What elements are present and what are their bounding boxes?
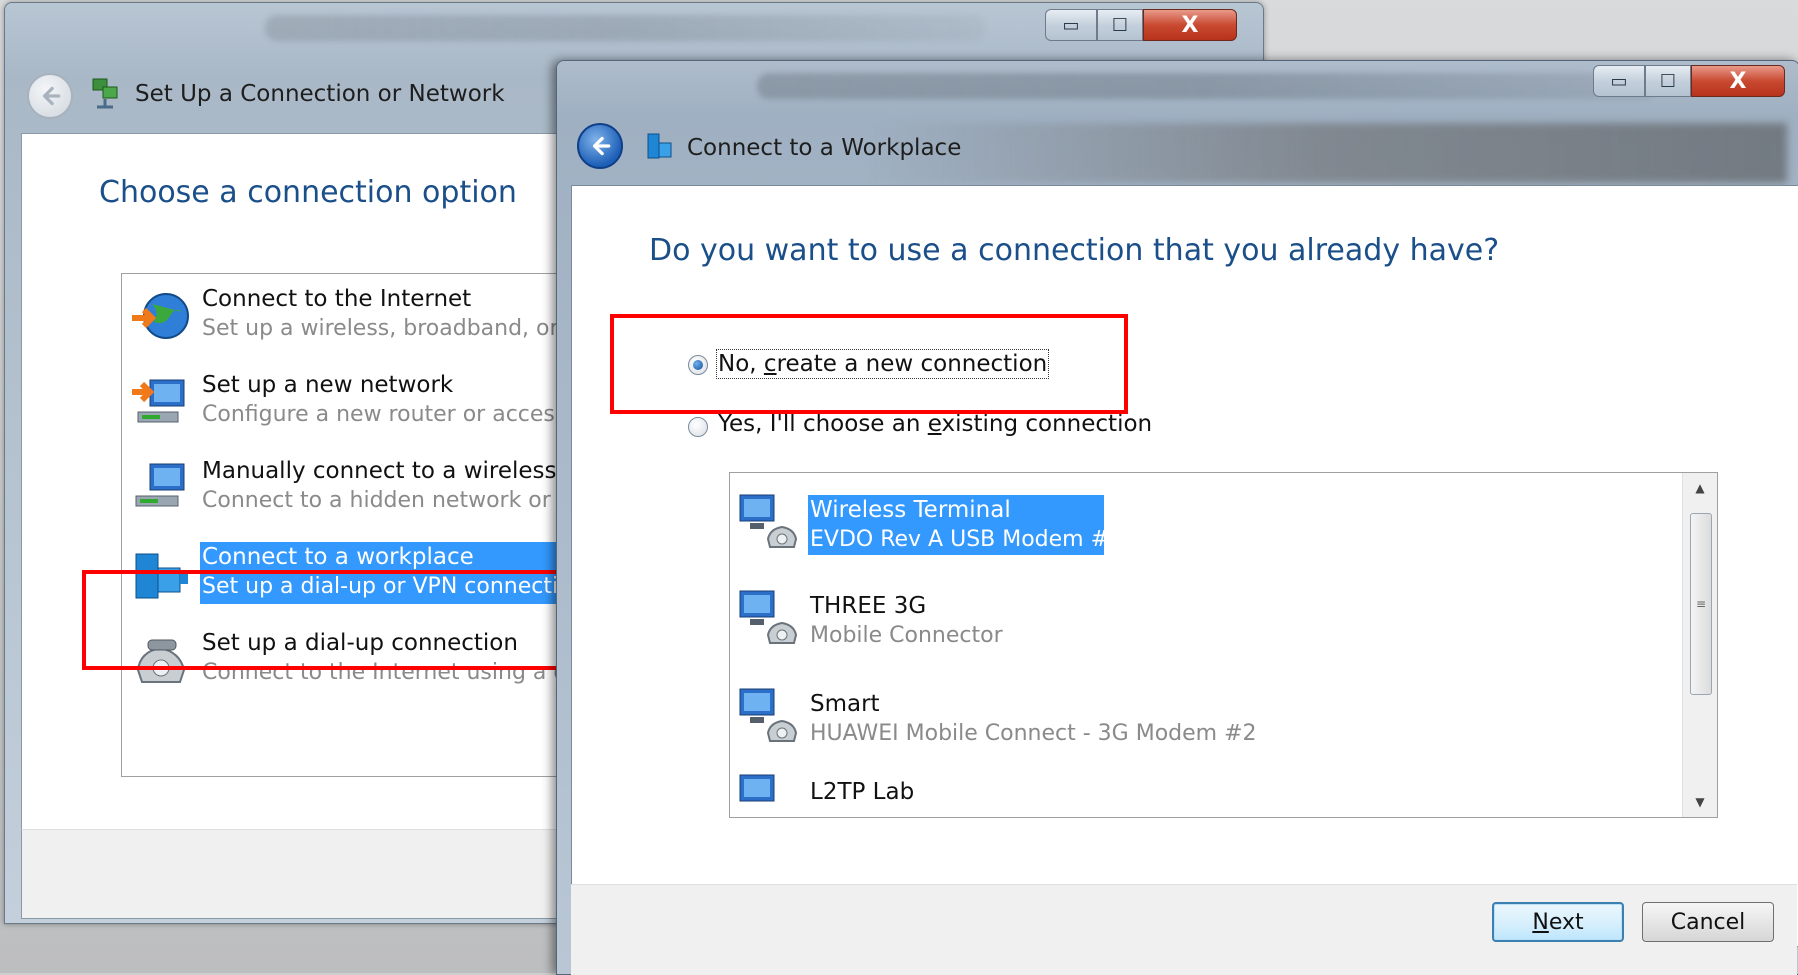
maximize-button[interactable]: ☐ [1645,65,1691,97]
option-description: Set up a wireless, broadband, or di [202,316,586,341]
highlight-box-create-new [610,314,1128,414]
globe-icon [130,286,192,348]
titlebar-glass-shade [867,123,1787,183]
cancel-button[interactable]: Cancel [1642,902,1774,942]
back-arrow-icon [42,86,61,106]
option-title: Connect to a workplace [202,544,474,570]
back-button[interactable] [577,123,623,169]
scroll-up-arrow-icon[interactable]: ▲ [1683,473,1717,503]
scroll-thumb[interactable]: ≡ [1690,513,1712,695]
connections-scrollbar[interactable]: ▲ ≡ ▼ [1682,473,1717,817]
page-heading: Choose a connection option [99,175,517,210]
minimize-button[interactable]: ▭ [1593,65,1645,97]
workplace-title-icon [645,131,675,161]
option-description: Configure a new router or access p [202,402,588,427]
connection-device: Mobile Connector [810,623,1003,648]
highlight-box-workplace-option [82,570,572,670]
radio-choose-existing[interactable] [688,417,708,437]
scroll-down-arrow-icon[interactable]: ▼ [1683,787,1717,817]
window-title: Connect to a Workplace [687,135,962,161]
existing-connections-list: Wireless Terminal EVDO Rev A USB Modem #… [729,472,1718,818]
connection-device: EVDO Rev A USB Modem #2 [810,527,1124,552]
connection-item-three-3g[interactable]: THREE 3G Mobile Connector [730,571,1670,667]
caption-buttons: ▭ ☐ X [1593,65,1785,97]
close-button[interactable]: X [1691,65,1785,97]
vpn-connection-icon [738,773,800,817]
connection-item-wireless-terminal[interactable]: Wireless Terminal EVDO Rev A USB Modem #… [730,475,1670,571]
connection-name: L2TP Lab [810,779,915,805]
option-title: Set up a new network [202,372,454,398]
caption-buttons: ▭ ☐ X [1045,9,1237,41]
connection-device: HUAWEI Mobile Connect - 3G Modem #2 [810,721,1257,746]
network-setup-title-icon [89,77,121,111]
back-button[interactable] [27,73,73,119]
option-title: Connect to the Internet [202,286,472,312]
connection-name: Smart [810,691,880,717]
network-setup-icon [130,372,192,434]
dialup-connection-icon [738,687,800,747]
blurred-background-title [757,73,1657,99]
option-description: Connect to a hidden network or cr [202,488,579,513]
minimize-button[interactable]: ▭ [1045,9,1097,41]
option-title: Manually connect to a wireless net [202,458,602,484]
page-heading: Do you want to use a connection that you… [649,233,1500,268]
connection-item-l2tp-lab[interactable]: L2TP Lab [730,765,1670,817]
maximize-button[interactable]: ☐ [1097,9,1143,41]
window-title: Set Up a Connection or Network [135,81,505,107]
blurred-background-title [265,15,985,41]
close-button[interactable]: X [1143,9,1237,41]
radio-label-choose-existing[interactable]: Yes, I'll choose an existing connection [718,411,1152,437]
wireless-computer-icon [130,458,192,520]
window-titlebar[interactable]: ▭ ☐ X [5,3,1263,63]
connection-name: THREE 3G [810,593,927,619]
next-button[interactable]: Next [1492,902,1624,942]
dialup-connection-icon [738,493,800,553]
dialup-connection-icon [738,589,800,649]
back-arrow-icon [592,136,611,156]
connection-item-smart[interactable]: Smart HUAWEI Mobile Connect - 3G Modem #… [730,669,1670,765]
connection-name: Wireless Terminal [810,497,1011,523]
